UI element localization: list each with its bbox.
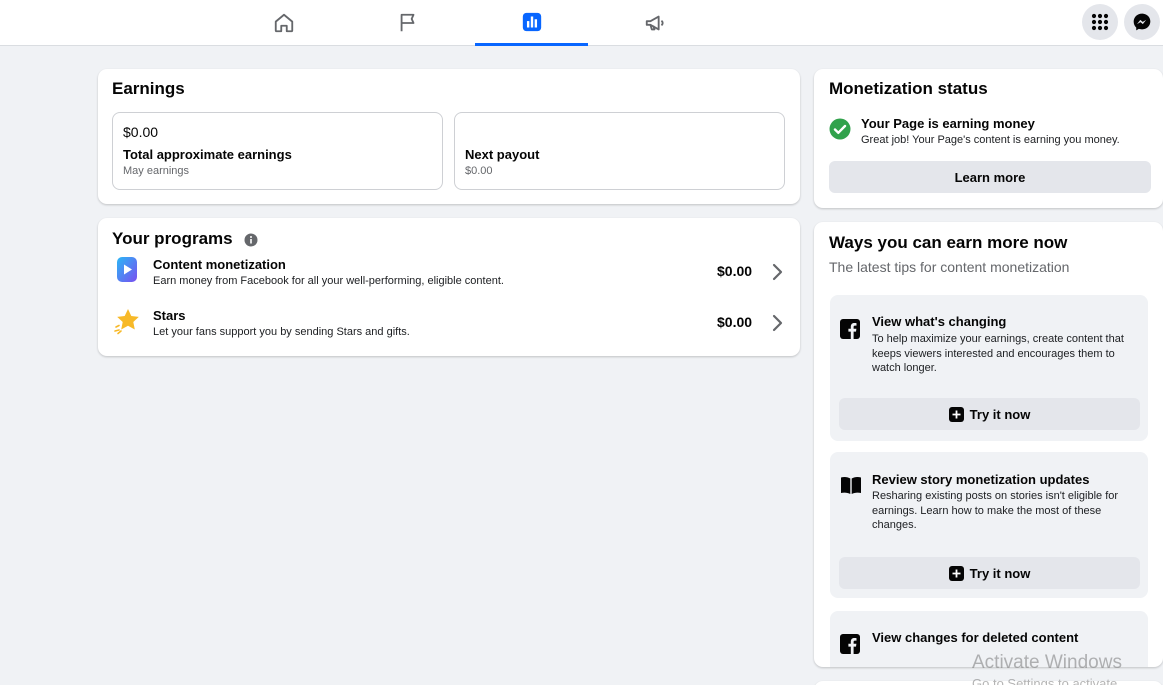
tip-description: To help maximize your earnings, create c… bbox=[872, 333, 1124, 374]
plus-square-icon bbox=[948, 565, 964, 581]
status-description: Great job! Your Page's content is earnin… bbox=[861, 134, 1120, 146]
stars-icon bbox=[113, 307, 141, 340]
book-icon bbox=[840, 475, 862, 500]
earnings-card: Earnings $0.00 Total approximate earning… bbox=[98, 69, 800, 204]
top-navigation-bar bbox=[0, 0, 1163, 46]
chevron-right-icon bbox=[771, 314, 783, 337]
programs-title: Your programs bbox=[112, 229, 233, 248]
program-amount: $0.00 bbox=[717, 263, 753, 279]
plus-square-icon bbox=[948, 406, 964, 422]
program-description: Earn money from Facebook for all your we… bbox=[153, 275, 504, 287]
tip-title: Review story monetization updates bbox=[872, 472, 1090, 487]
next-card-partial bbox=[814, 681, 1163, 685]
chevron-right-icon bbox=[771, 263, 783, 286]
program-row-stars[interactable]: Stars Let your fans support you by sendi… bbox=[98, 305, 800, 351]
tip-card: View what's changing To help maximize yo… bbox=[830, 295, 1148, 441]
program-description: Let your fans support you by sending Sta… bbox=[153, 326, 410, 338]
menu-grid-icon bbox=[1091, 13, 1109, 31]
ways-title: Ways you can earn more now bbox=[829, 233, 1068, 252]
check-circle-icon bbox=[829, 118, 851, 145]
try-it-now-button[interactable]: Try it now bbox=[839, 557, 1140, 589]
tab-home[interactable] bbox=[227, 0, 340, 46]
info-icon[interactable] bbox=[244, 233, 258, 252]
tip-card: View changes for deleted content bbox=[830, 611, 1148, 667]
ways-subtitle: The latest tips for content monetization bbox=[829, 259, 1070, 275]
program-title: Content monetization bbox=[153, 257, 286, 272]
programs-card: Your programs Content monetization Earn … bbox=[98, 218, 800, 356]
flag-icon bbox=[400, 13, 414, 32]
insights-icon bbox=[522, 12, 541, 31]
try-it-now-label: Try it now bbox=[969, 406, 1031, 422]
facebook-icon bbox=[840, 634, 860, 659]
tip-title: View changes for deleted content bbox=[872, 630, 1079, 645]
try-it-now-button[interactable]: Try it now bbox=[839, 398, 1140, 430]
monetization-status-card: Monetization status Your Page is earning… bbox=[814, 69, 1163, 208]
home-icon bbox=[274, 13, 293, 33]
menu-button[interactable] bbox=[1082, 4, 1118, 40]
status-headline: Your Page is earning money bbox=[861, 116, 1035, 131]
tip-title: View what's changing bbox=[872, 314, 1007, 329]
facebook-icon bbox=[840, 319, 860, 344]
ways-to-earn-card: Ways you can earn more now The latest ti… bbox=[814, 222, 1163, 667]
megaphone-icon bbox=[645, 15, 664, 31]
total-earnings-period: May earnings bbox=[123, 165, 190, 177]
tip-description: Resharing existing posts on stories isn'… bbox=[872, 490, 1119, 531]
tip-card: Review story monetization updates Reshar… bbox=[830, 452, 1148, 598]
earnings-title: Earnings bbox=[112, 79, 185, 98]
total-earnings-amount: $0.00 bbox=[123, 124, 159, 140]
messenger-icon bbox=[1133, 13, 1151, 31]
next-payout-amount: $0.00 bbox=[465, 165, 493, 177]
program-title: Stars bbox=[153, 308, 186, 323]
learn-more-button[interactable]: Learn more bbox=[829, 161, 1151, 193]
tab-page[interactable] bbox=[351, 0, 464, 46]
next-payout-label: Next payout bbox=[465, 147, 540, 162]
total-earnings-label: Total approximate earnings bbox=[123, 147, 292, 162]
content-monetization-icon bbox=[114, 256, 140, 289]
program-row-content-monetization[interactable]: Content monetization Earn money from Fac… bbox=[98, 254, 800, 300]
status-title: Monetization status bbox=[829, 79, 988, 98]
next-payout-box: Next payout $0.00 bbox=[454, 112, 785, 190]
try-it-now-label: Try it now bbox=[969, 565, 1031, 581]
tab-ad-center[interactable] bbox=[598, 0, 711, 46]
total-earnings-box: $0.00 Total approximate earnings May ear… bbox=[112, 112, 443, 190]
tab-professional-dashboard[interactable] bbox=[475, 0, 588, 46]
program-amount: $0.00 bbox=[717, 314, 753, 330]
messenger-button[interactable] bbox=[1124, 4, 1160, 40]
